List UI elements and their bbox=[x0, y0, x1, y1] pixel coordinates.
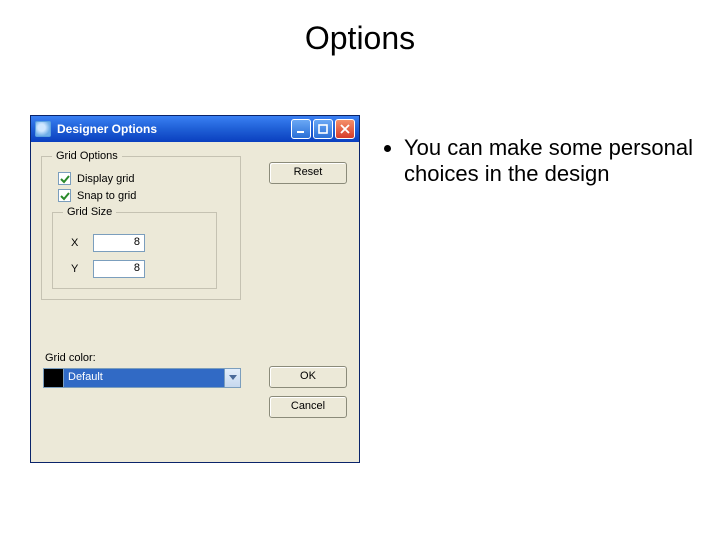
display-grid-label: Display grid bbox=[77, 173, 134, 185]
chevron-down-icon[interactable] bbox=[224, 369, 240, 387]
snap-to-grid-label: Snap to grid bbox=[77, 190, 136, 202]
grid-size-group: Grid Size X 8 Y 8 bbox=[52, 206, 217, 289]
slide-title: Options bbox=[0, 20, 720, 57]
x-input[interactable]: 8 bbox=[93, 234, 145, 252]
grid-color-dropdown[interactable]: Default bbox=[43, 368, 241, 388]
grid-options-group: Grid Options Display grid Snap to grid G… bbox=[41, 150, 241, 300]
cancel-button[interactable]: Cancel bbox=[269, 396, 347, 418]
grid-size-legend: Grid Size bbox=[63, 206, 116, 218]
y-input[interactable]: 8 bbox=[93, 260, 145, 278]
check-icon bbox=[60, 191, 70, 201]
snap-to-grid-checkbox[interactable] bbox=[58, 189, 71, 202]
close-button[interactable] bbox=[335, 119, 355, 139]
app-icon bbox=[35, 121, 51, 137]
grid-options-legend: Grid Options bbox=[52, 150, 122, 162]
slide-bullets: You can make some personal choices in th… bbox=[380, 135, 700, 187]
check-icon bbox=[60, 174, 70, 184]
titlebar[interactable]: Designer Options bbox=[31, 116, 359, 142]
display-grid-checkbox[interactable] bbox=[58, 172, 71, 185]
maximize-button[interactable] bbox=[313, 119, 333, 139]
window-title: Designer Options bbox=[57, 122, 291, 136]
color-swatch bbox=[44, 369, 64, 387]
y-label: Y bbox=[71, 263, 85, 275]
reset-button[interactable]: Reset bbox=[269, 162, 347, 184]
x-label: X bbox=[71, 237, 85, 249]
ok-button[interactable]: OK bbox=[269, 366, 347, 388]
designer-options-window: Designer Options Grid Options Display gr… bbox=[30, 115, 360, 463]
minimize-button[interactable] bbox=[291, 119, 311, 139]
grid-color-selected: Default bbox=[64, 369, 224, 387]
grid-color-label: Grid color: bbox=[45, 352, 96, 364]
bullet-item: You can make some personal choices in th… bbox=[404, 135, 700, 187]
